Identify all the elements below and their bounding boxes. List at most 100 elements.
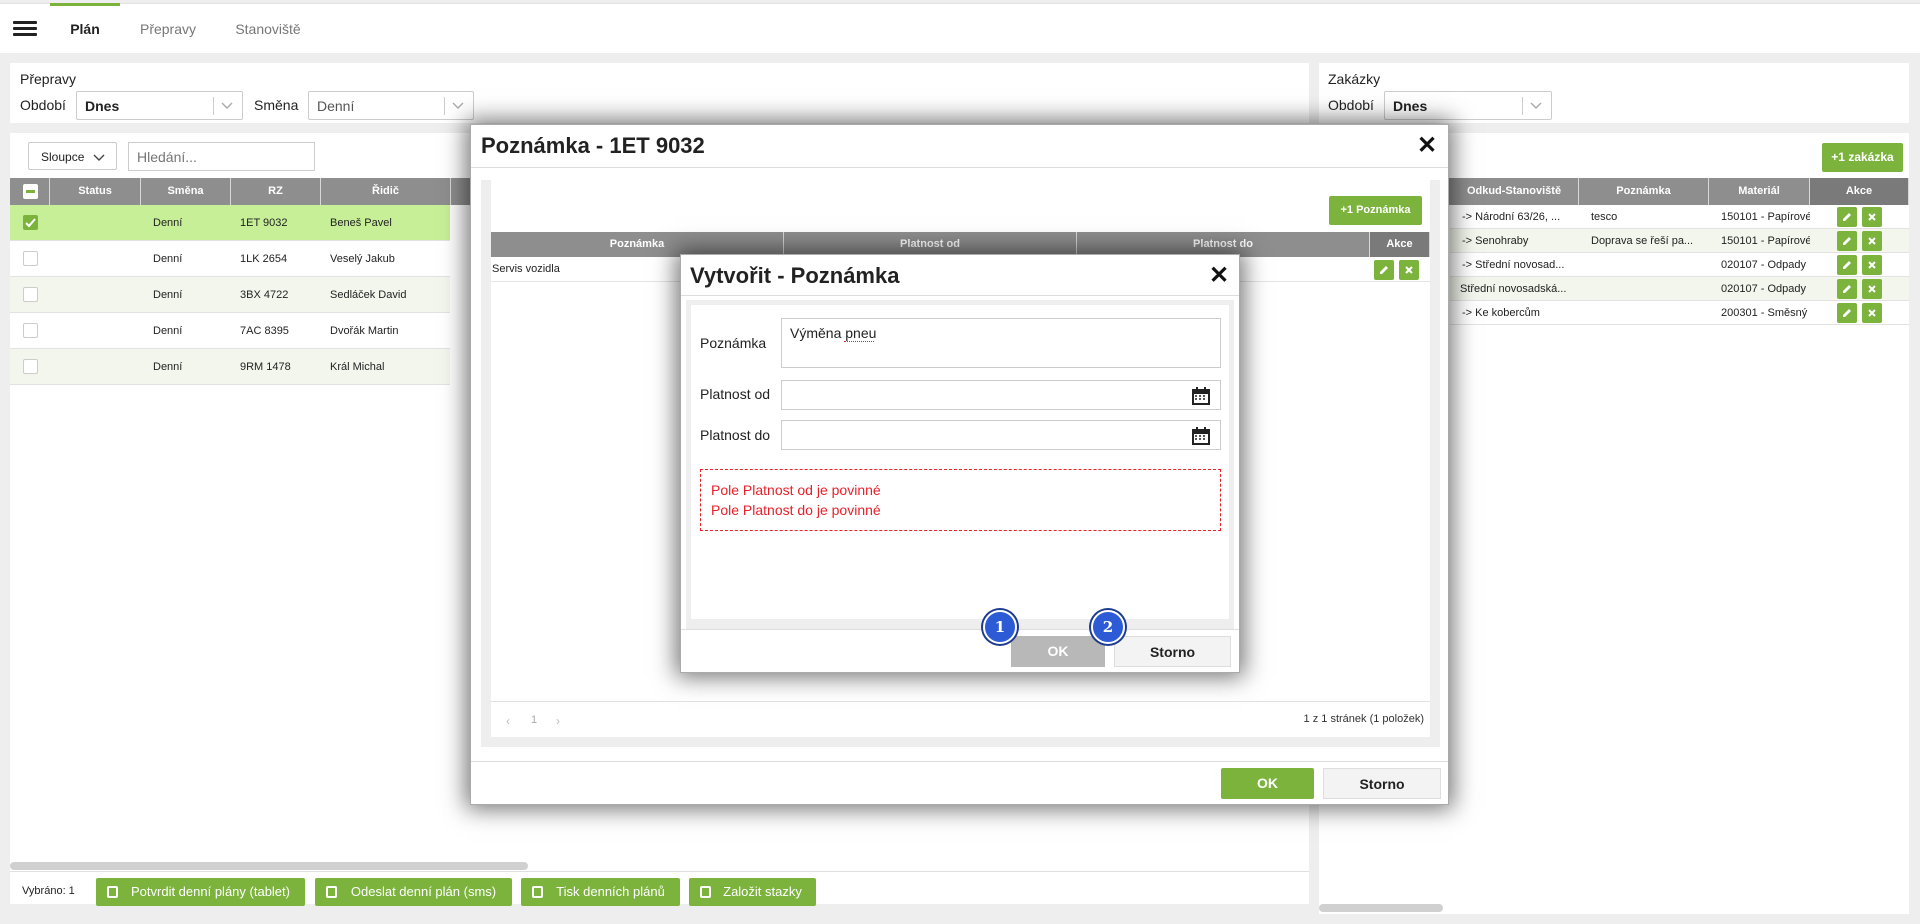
footer-button-1[interactable]: Potvrdit denní plány (tablet) xyxy=(96,878,305,906)
select-all-cell xyxy=(10,178,50,205)
row-checkbox[interactable] xyxy=(23,287,38,302)
cell-ridic: Dvořák Martin xyxy=(330,325,399,337)
footer-button-3[interactable]: Tisk denních plánů xyxy=(521,878,680,906)
marker-1: 1 xyxy=(983,610,1017,644)
row-checkbox[interactable] xyxy=(23,215,38,230)
calendar-icon[interactable] xyxy=(1191,426,1211,446)
cell-material: 200301 - Směsný xyxy=(1721,307,1808,319)
selected-count: Vybráno: 1 xyxy=(22,885,75,897)
edit-icon[interactable] xyxy=(1837,279,1857,299)
delete-icon[interactable] xyxy=(1862,207,1882,227)
pager-page[interactable]: 1 xyxy=(531,714,537,726)
header-smena[interactable]: Směna xyxy=(141,178,231,205)
delete-icon[interactable] xyxy=(1862,255,1882,275)
chevron-down-icon xyxy=(221,102,233,109)
message-icon xyxy=(326,886,337,898)
header-akce: Akce xyxy=(1810,178,1909,205)
edit-icon[interactable] xyxy=(1837,207,1857,227)
poznamka-dialog-title: Poznámka - 1ET 9032 xyxy=(481,133,705,158)
delete-icon[interactable] xyxy=(1399,260,1419,280)
row-checkbox[interactable] xyxy=(23,359,38,374)
edit-icon[interactable] xyxy=(1837,231,1857,251)
footer-button-label: Odeslat denní plán (sms) xyxy=(350,884,497,899)
table-row[interactable]: -> Ke kobercům 200301 - Směsný xyxy=(1450,301,1909,325)
cell-material: 150101 - Papírové xyxy=(1721,211,1810,223)
poznamka-textarea[interactable]: Výměna pneu xyxy=(781,318,1221,368)
right-horizontal-scrollbar[interactable] xyxy=(1319,904,1443,912)
delete-icon[interactable] xyxy=(1862,279,1882,299)
create-dialog-title: Vytvořit - Poznámka xyxy=(690,263,900,288)
row-checkbox[interactable] xyxy=(23,323,38,338)
table-row[interactable]: -> Senohraby Doprava se řeší pa... 150101 … xyxy=(1450,229,1909,253)
select-all-checkbox[interactable] xyxy=(23,184,38,199)
cell-poznamka: Doprava se řeší pa... xyxy=(1591,235,1694,247)
edit-icon[interactable] xyxy=(1837,303,1857,323)
footer-button-2[interactable]: Odeslat denní plán (sms) xyxy=(315,878,512,906)
zakazky-obdobi-select[interactable]: Dnes xyxy=(1384,91,1552,120)
poznamka-ok-button[interactable]: OK xyxy=(1221,768,1314,799)
edit-icon[interactable] xyxy=(1837,255,1857,275)
cell-poznamka: tesco xyxy=(1591,211,1618,223)
footer-button-label: Potvrdit denní plány (tablet) xyxy=(131,884,290,899)
pager-prev-icon[interactable]: ‹ xyxy=(506,714,510,728)
tab-stanoviste[interactable]: Stanoviště xyxy=(226,3,310,53)
edit-icon[interactable] xyxy=(1374,260,1394,280)
tab-prepravy[interactable]: Přepravy xyxy=(128,3,208,53)
marker-2: 2 xyxy=(1091,610,1125,644)
cell-rz: 9RM 1478 xyxy=(240,361,291,373)
create-cancel-button[interactable]: Storno xyxy=(1114,636,1231,667)
table-row[interactable]: -> Národní 63/26, ... tesco 150101 - Papír… xyxy=(1450,205,1909,229)
chevron-down-icon xyxy=(93,154,105,161)
pager-next-icon[interactable]: › xyxy=(556,714,560,728)
header-material[interactable]: Materiál xyxy=(1709,178,1810,205)
table-row[interactable]: Denní 1LK 2654 Veselý Jakub xyxy=(10,241,450,277)
cell-odkud: -> Senohraby xyxy=(1462,235,1529,247)
header-status[interactable]: Status xyxy=(50,178,141,205)
add-poznamka-button[interactable]: +1 Poznámka xyxy=(1329,196,1422,225)
columns-button-label: Sloupce xyxy=(41,150,85,164)
table-row[interactable]: Denní 7AC 8395 Dvořák Martin xyxy=(10,313,450,349)
header-ridic[interactable]: Řidič xyxy=(321,178,451,205)
footer-button-label: Tisk denních plánů xyxy=(556,884,665,899)
poznamka-label: Poznámka xyxy=(700,335,767,351)
cell-odkud: -> Národní 63/26, ... xyxy=(1462,211,1561,223)
delete-icon[interactable] xyxy=(1862,231,1882,251)
create-ok-button[interactable]: OK xyxy=(1011,636,1105,667)
cell-ridic: Král Michal xyxy=(330,361,385,373)
error-platnost-od: Pole Platnost od je povinné xyxy=(711,482,881,498)
header-rz[interactable]: RZ xyxy=(231,178,321,205)
footer-button-4[interactable]: Založit stazky xyxy=(689,878,816,906)
add-zakazka-button[interactable]: +1 zakázka xyxy=(1822,143,1903,172)
columns-button[interactable]: Sloupce xyxy=(28,142,117,170)
hamburger-menu-icon[interactable] xyxy=(13,21,37,36)
row-checkbox[interactable] xyxy=(23,251,38,266)
table-row[interactable]: Denní 9RM 1478 Král Michal xyxy=(10,349,450,385)
table-row[interactable]: Denní 3BX 4722 Sedláček David xyxy=(10,277,450,313)
close-icon[interactable]: ✕ xyxy=(1417,134,1437,158)
cell-rz: 1LK 2654 xyxy=(240,253,288,265)
validation-errors: Pole Platnost od je povinné Pole Platnos… xyxy=(700,469,1221,531)
poznamka-cancel-button[interactable]: Storno xyxy=(1323,768,1441,799)
platnost-od-input[interactable] xyxy=(781,380,1221,410)
obdobi-select[interactable]: Dnes xyxy=(76,91,243,120)
print-icon xyxy=(532,886,543,898)
cell-rz: 1ET 9032 xyxy=(240,217,288,229)
platnost-do-input[interactable] xyxy=(781,420,1221,450)
close-icon[interactable]: ✕ xyxy=(1209,264,1229,288)
calendar-icon[interactable] xyxy=(1191,386,1211,406)
delete-icon[interactable] xyxy=(1862,303,1882,323)
smena-select[interactable]: Denní xyxy=(308,91,474,120)
footer-button-label: Založit stazky xyxy=(723,884,802,899)
tab-plan[interactable]: Plán xyxy=(50,3,120,53)
cell-smena: Denní xyxy=(153,217,183,229)
horizontal-scrollbar[interactable] xyxy=(10,862,528,870)
table-row[interactable]: -> Střední novosad... 020107 - Odpady xyxy=(1450,253,1909,277)
header-poznamka[interactable]: Poznámka xyxy=(1579,178,1709,205)
chevron-down-icon xyxy=(1530,102,1542,109)
table-row[interactable]: Střední novosadská... 020107 - Odpady xyxy=(1450,277,1909,301)
header-odkud[interactable]: Odkud-Stanoviště xyxy=(1450,178,1579,205)
table-row[interactable]: Denní 1ET 9032 Beneš Pavel xyxy=(10,205,450,241)
search-input[interactable] xyxy=(128,142,315,171)
error-platnost-do: Pole Platnost do je povinné xyxy=(711,502,881,518)
cell-odkud: Střední novosadská... xyxy=(1460,283,1567,295)
